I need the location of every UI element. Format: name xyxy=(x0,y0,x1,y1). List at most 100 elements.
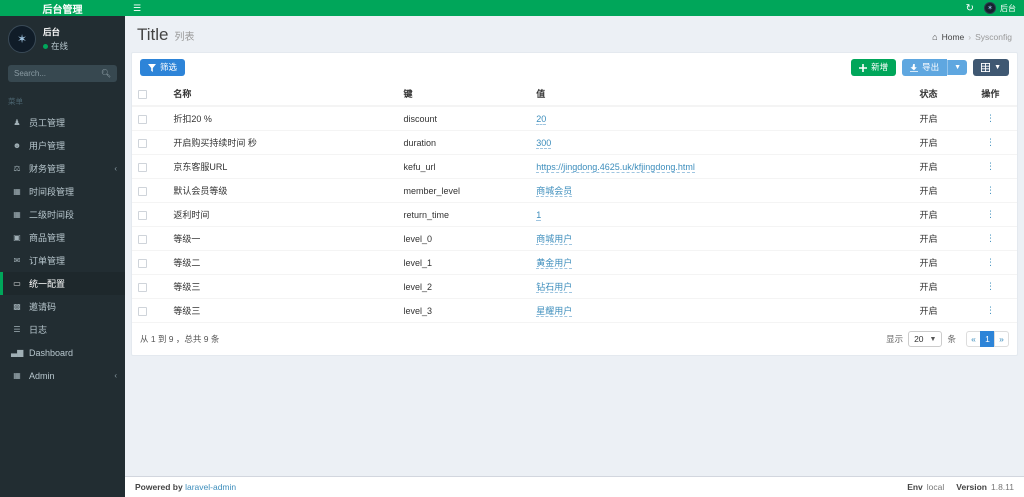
row-checkbox[interactable] xyxy=(138,138,147,148)
more-vertical-icon[interactable]: ⋮ xyxy=(986,233,995,243)
sidebar-item-invite-code[interactable]: ▩ 邀请码 xyxy=(0,295,125,318)
pagination-next-button[interactable]: » xyxy=(994,331,1009,347)
app-brand[interactable]: 后台管理 xyxy=(0,0,125,16)
cell-key: return_time xyxy=(397,202,531,227)
sidebar-item-label: 员工管理 xyxy=(29,118,66,128)
cell-value-link[interactable]: 20 xyxy=(536,113,547,125)
breadcrumb-home-link[interactable]: Home xyxy=(942,32,965,42)
sidebar-item-log[interactable]: ☰ 日志 xyxy=(0,318,125,341)
navbar-avatar: ✶ xyxy=(984,2,996,14)
sidebar-item-dashboard[interactable]: ▃▆ Dashboard xyxy=(0,341,125,364)
row-checkbox[interactable] xyxy=(138,234,147,244)
sidebar-item-label: 日志 xyxy=(29,325,48,335)
export-dropdown-button[interactable]: ▼ xyxy=(947,60,968,75)
cell-value-link[interactable]: 1 xyxy=(536,209,542,221)
chevron-down-icon: ▼ xyxy=(954,64,962,71)
sidebar-item-user[interactable]: ☻ 用户管理 xyxy=(0,134,125,157)
cell-key: level_3 xyxy=(397,298,531,322)
table-row: 等级一 level_0 商城用户 开启 ⋮ xyxy=(132,226,1017,251)
cell-status: 开启 xyxy=(893,298,964,322)
row-checkbox[interactable] xyxy=(138,162,147,172)
filter-button[interactable]: 筛选 xyxy=(140,59,186,76)
online-status-dot xyxy=(43,43,48,49)
search-icon[interactable]: 🔍︎ xyxy=(101,69,111,78)
home-icon: ⌂ xyxy=(932,32,938,42)
sidebar-item-schedule[interactable]: ▦ 时间段管理 xyxy=(0,180,125,203)
export-button[interactable]: 导出 xyxy=(902,59,948,76)
toolbar: 筛选 新增 导出 ▼ ▼ xyxy=(132,53,1017,82)
pagination-summary: 从 1 到 9 ，总共 9 条 xyxy=(140,334,220,344)
row-checkbox[interactable] xyxy=(138,282,147,292)
more-vertical-icon[interactable]: ⋮ xyxy=(986,137,995,147)
funnel-icon xyxy=(148,63,156,72)
export-button-label: 导出 xyxy=(922,62,940,73)
create-button[interactable]: 新增 xyxy=(851,59,897,76)
cell-value-link[interactable]: 星耀用户 xyxy=(536,306,573,317)
row-checkbox[interactable] xyxy=(138,114,147,124)
cell-status: 开启 xyxy=(893,202,964,227)
navbar-username: 后台 xyxy=(1000,3,1016,13)
more-vertical-icon[interactable]: ⋮ xyxy=(986,257,995,267)
goods-icon: ▣ xyxy=(13,233,21,242)
sidebar-item-config[interactable]: ▭ 统一配置 xyxy=(0,272,125,295)
sidebar-item-orders[interactable]: ✉ 订单管理 xyxy=(0,249,125,272)
per-page-select[interactable]: 20 ▼ xyxy=(908,331,943,347)
cell-status: 开启 xyxy=(893,130,964,155)
sidebar-item-label: 财务管理 xyxy=(29,164,66,174)
more-vertical-icon[interactable]: ⋮ xyxy=(986,113,995,123)
sidebar-item-label: 用户管理 xyxy=(29,141,66,151)
refresh-icon[interactable]: ↻ xyxy=(966,3,974,14)
sidebar-item-goods[interactable]: ▣ 商品管理 xyxy=(0,226,125,249)
filter-button-label: 筛选 xyxy=(160,62,178,73)
more-vertical-icon[interactable]: ⋮ xyxy=(986,209,995,219)
sidebar-item-sub-schedule[interactable]: ▦ 二级时间段 xyxy=(0,203,125,226)
more-vertical-icon[interactable]: ⋮ xyxy=(986,305,995,315)
cell-value-link[interactable]: 黄金用户 xyxy=(536,258,573,269)
sidebar-toggle-button[interactable]: ☰ xyxy=(125,0,149,16)
cell-value-link[interactable]: 商城用户 xyxy=(536,234,573,245)
env-value: local xyxy=(926,482,945,492)
search-input[interactable] xyxy=(14,69,101,78)
sidebar-item-staff[interactable]: ♟ 员工管理 xyxy=(0,111,125,134)
log-icon: ☰ xyxy=(13,325,21,334)
pagination-page-1[interactable]: 1 xyxy=(980,331,995,347)
row-checkbox[interactable] xyxy=(138,210,147,220)
column-header-value: 值 xyxy=(530,82,894,107)
table-row: 默认会员等级 member_level 商城会员 开启 ⋮ xyxy=(132,178,1017,203)
cell-status: 开启 xyxy=(893,154,964,179)
row-checkbox[interactable] xyxy=(138,306,147,316)
sidebar-item-admin[interactable]: ▦ Admin ‹ xyxy=(0,364,125,387)
more-vertical-icon[interactable]: ⋮ xyxy=(986,185,995,195)
config-table: 名称 键 值 状态 操作 折扣20 % discount 20 开启 ⋮ 开启购买持续时间… xyxy=(132,82,1017,322)
version-label: Version xyxy=(956,482,987,492)
row-checkbox[interactable] xyxy=(138,258,147,268)
navbar-right: ↻ ✶ 后台 xyxy=(966,0,1024,16)
page-subtitle: 列表 xyxy=(174,32,195,43)
cell-value-link[interactable]: https://jingdong.4625.uk/kfjingdong.html xyxy=(536,161,695,173)
cell-key: level_2 xyxy=(397,274,531,299)
invite-code-icon: ▩ xyxy=(13,302,21,311)
navbar-user-menu[interactable]: ✶ 后台 xyxy=(984,2,1016,14)
row-checkbox[interactable] xyxy=(138,186,147,196)
sidebar-search: 🔍︎ xyxy=(8,65,117,82)
cell-value-link[interactable]: 钻石用户 xyxy=(536,282,573,293)
column-selector-button[interactable]: ▼ xyxy=(973,59,1009,76)
pagination: « 1 » xyxy=(966,331,1009,347)
cell-value-link[interactable]: 商城会员 xyxy=(536,186,573,197)
cell-value-link[interactable]: 300 xyxy=(536,137,552,149)
select-all-checkbox[interactable] xyxy=(138,89,147,99)
sidebar-item-finance[interactable]: ⚖ 财务管理 ‹ xyxy=(0,157,125,180)
per-page-value: 20 xyxy=(914,334,924,344)
content-header: Title 列表 ⌂ Home › Sysconfig xyxy=(125,16,1024,52)
sidebar-user-panel: ✶ 后台 在线 xyxy=(0,16,125,61)
table-row: 等级三 level_2 钻石用户 开启 ⋮ xyxy=(132,274,1017,299)
pagination-prev-button[interactable]: « xyxy=(966,331,981,347)
sidebar-item-label: 商品管理 xyxy=(29,233,66,243)
laravel-admin-link[interactable]: laravel-admin xyxy=(185,482,236,492)
sidebar-item-label: 时间段管理 xyxy=(29,187,75,197)
download-icon xyxy=(910,63,919,72)
more-vertical-icon[interactable]: ⋮ xyxy=(986,281,995,291)
table-row: 开启购买持续时间 秒 duration 300 开启 ⋮ xyxy=(132,130,1017,155)
cell-name: 等级二 xyxy=(167,250,398,275)
more-vertical-icon[interactable]: ⋮ xyxy=(986,161,995,171)
